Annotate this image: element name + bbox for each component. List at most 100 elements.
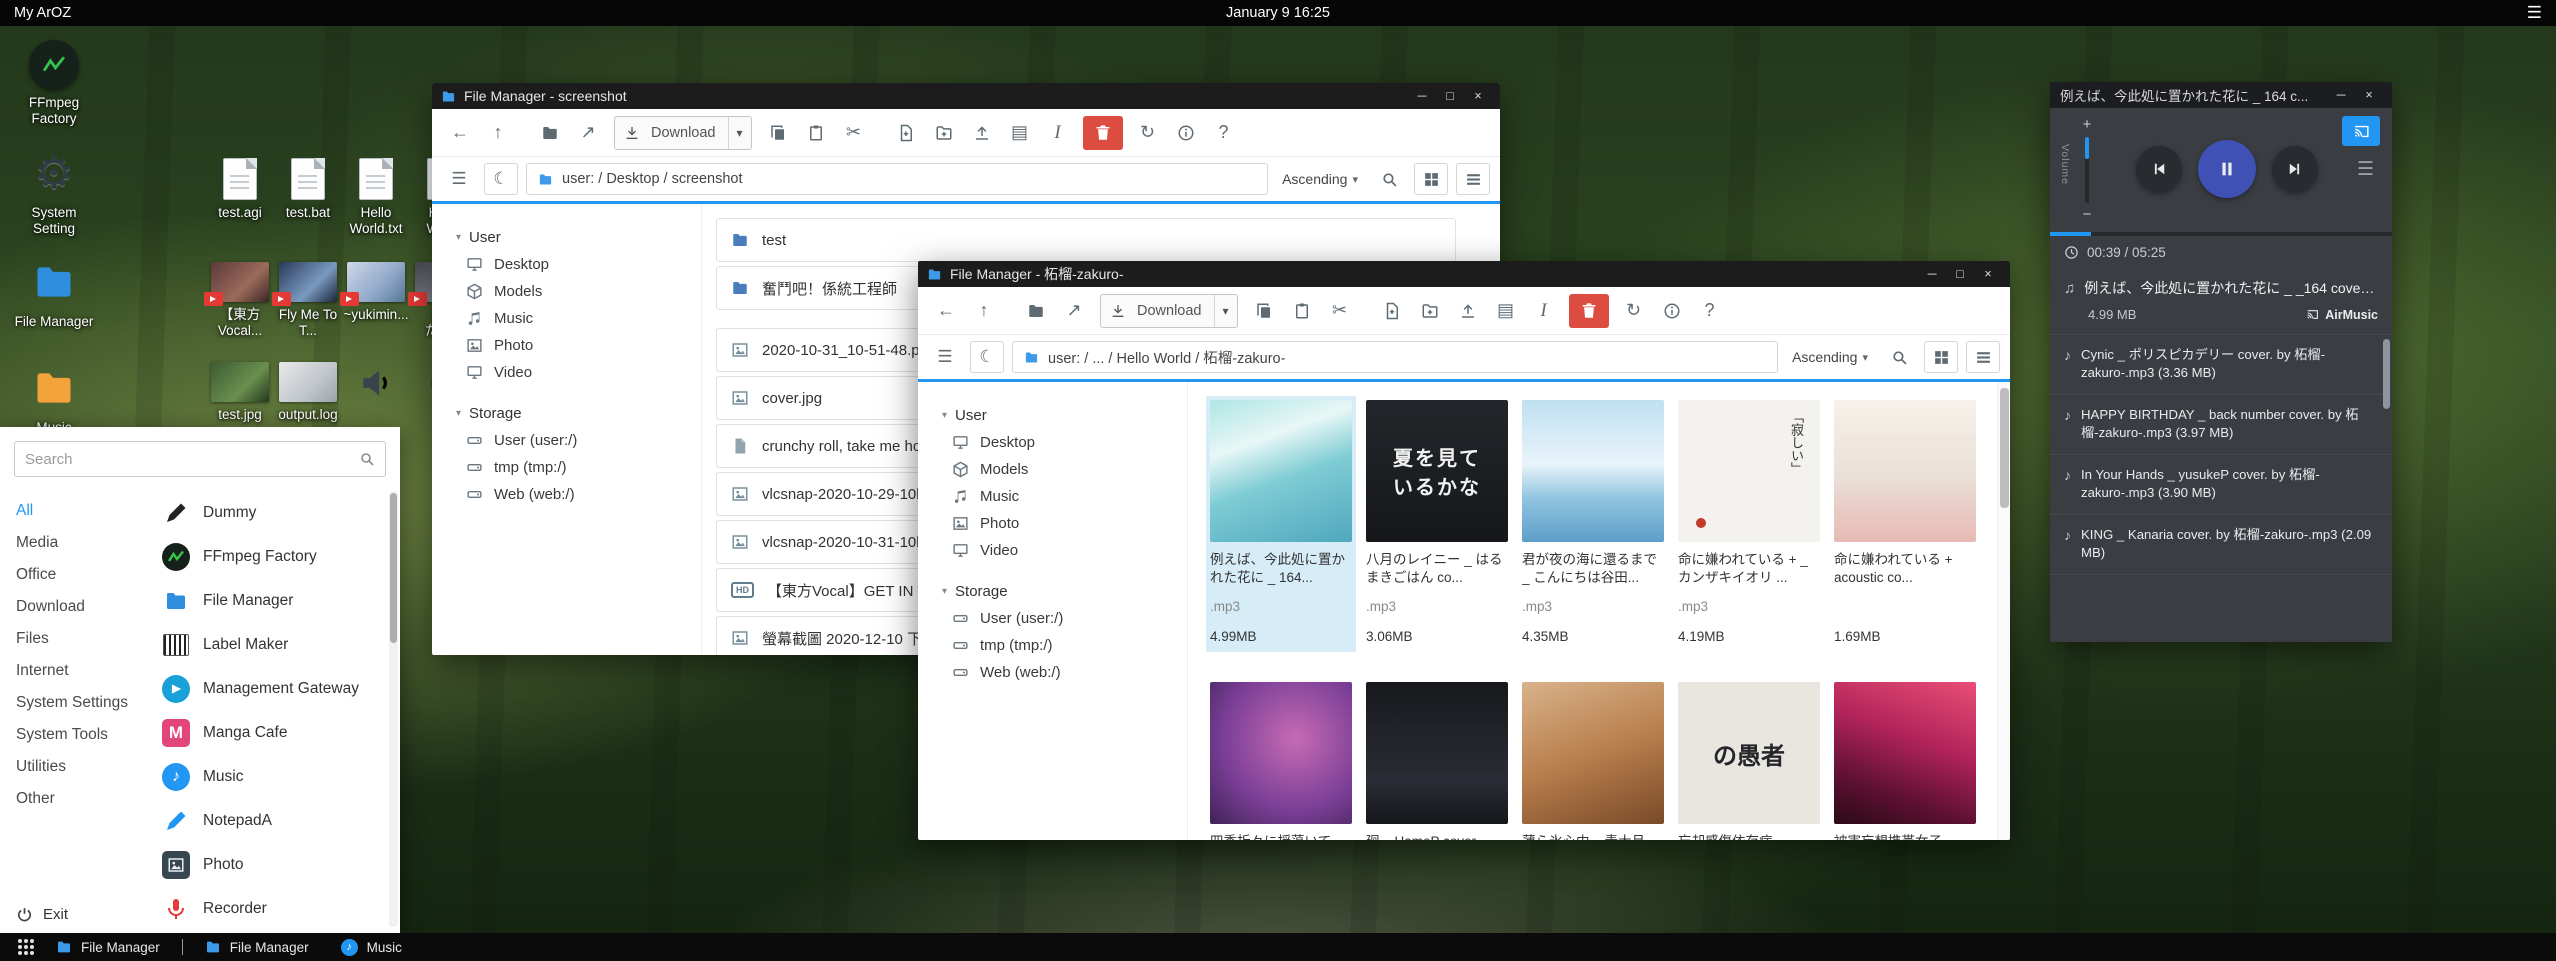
new-folder-button[interactable] (926, 116, 962, 150)
download-button[interactable]: Download ▾ (1100, 294, 1238, 328)
close-button[interactable]: × (1465, 85, 1491, 107)
app-item-dummy[interactable]: Dummy (162, 491, 386, 535)
sidebar-item-tmp-drive[interactable]: tmp (tmp:/) (456, 454, 701, 481)
category-media[interactable]: Media (16, 527, 152, 559)
properties-button[interactable] (1168, 116, 1204, 150)
open-external-button[interactable]: ↗ (1056, 294, 1092, 328)
player-menu-button[interactable]: ☰ (2357, 158, 2374, 181)
volume-down-button[interactable]: − (2072, 206, 2102, 224)
sort-select[interactable]: Ascending ▾ (1786, 349, 1874, 365)
refresh-button[interactable]: ↻ (1130, 116, 1166, 150)
desktop-file[interactable]: ~yukimin... (343, 262, 409, 323)
sidebar-item-models[interactable]: Models (942, 456, 1187, 483)
rename-button[interactable]: I (1040, 116, 1076, 150)
refresh-button[interactable]: ↻ (1616, 294, 1652, 328)
app-item-ffmpeg-factory[interactable]: FFmpeg Factory (162, 535, 386, 579)
desktop-file[interactable]: Hello World.txt (343, 158, 409, 237)
taskbar-item-music[interactable]: ♪ Music (325, 933, 418, 961)
scrollbar[interactable] (389, 491, 398, 927)
search-button[interactable] (1372, 163, 1406, 195)
list-view-button[interactable] (1966, 341, 2000, 373)
app-item-file-manager[interactable]: File Manager (162, 579, 386, 623)
sidebar-section-user[interactable]: ▾User (942, 402, 1187, 429)
archive-button[interactable]: ▤ (1002, 116, 1038, 150)
sidebar-item-models[interactable]: Models (456, 278, 701, 305)
download-caret[interactable]: ▾ (728, 117, 751, 149)
title-bar[interactable]: 例えば、今此処に置かれた花に _ 164 c... ─ × (2050, 82, 2392, 108)
sidebar-item-music[interactable]: Music (942, 483, 1187, 510)
next-track-button[interactable] (2272, 146, 2318, 192)
music-tile[interactable]: 夏を見て いるかな 八月のレイニー _ はるまきごはん co... .mp3 3… (1362, 396, 1512, 652)
cut-button[interactable]: ✂ (1322, 294, 1358, 328)
desktop-file[interactable]: test.agi (207, 158, 273, 221)
category-office[interactable]: Office (16, 559, 152, 591)
grid-view-button[interactable] (1414, 163, 1448, 195)
sidebar-section-storage[interactable]: ▾Storage (456, 400, 701, 427)
music-tile-selected[interactable]: 例えば、今此処に置かれた花に _ 164... .mp3 4.99MB (1206, 396, 1356, 652)
category-system-tools[interactable]: System Tools (16, 719, 152, 751)
category-system-settings[interactable]: System Settings (16, 687, 152, 719)
up-button[interactable]: ↑ (966, 294, 1002, 328)
menu-button[interactable]: ☰ (928, 341, 962, 373)
open-button[interactable] (1018, 294, 1054, 328)
app-item-notepada[interactable]: NotepadA (162, 799, 386, 843)
minimize-button[interactable]: ─ (2328, 84, 2354, 106)
playlist-item[interactable]: ♪ In Your Hands _ yusukeP cover. by 柘榴-z… (2050, 455, 2392, 515)
cut-button[interactable]: ✂ (836, 116, 872, 150)
sidebar-item-music[interactable]: Music (456, 305, 701, 332)
new-file-button[interactable] (1374, 294, 1410, 328)
playlist-item[interactable]: ♪ KING _ Kanaria cover. by 柘榴-zakuro-.mp… (2050, 515, 2392, 575)
sidebar-item-desktop[interactable]: Desktop (456, 251, 701, 278)
copy-button[interactable] (1246, 294, 1282, 328)
app-item-management-gateway[interactable]: Management Gateway (162, 667, 386, 711)
upload-button[interactable] (1450, 294, 1486, 328)
properties-button[interactable] (1654, 294, 1690, 328)
taskbar-item-file-manager-2[interactable]: File Manager (189, 933, 325, 961)
desktop-file[interactable]: output.log (275, 362, 341, 423)
paste-button[interactable] (1284, 294, 1320, 328)
pause-button[interactable] (2198, 140, 2256, 198)
minimize-button[interactable]: ─ (1409, 85, 1435, 107)
sidebar-section-user[interactable]: ▾User (456, 224, 701, 251)
sidebar-item-user-drive[interactable]: User (user:/) (942, 605, 1187, 632)
help-button[interactable]: ? (1206, 116, 1242, 150)
playlist-item[interactable]: ♪ Cynic _ ポリスピカデリー cover. by 柘榴-zakuro-.… (2050, 335, 2392, 395)
rename-button[interactable]: I (1526, 294, 1562, 328)
breadcrumb[interactable]: user: / ... / Hello World / 柘榴-zakuro- (1012, 341, 1778, 373)
app-grid-icon[interactable] (18, 939, 22, 943)
music-tile[interactable]: 命に嫌われている + acoustic co... 1.69MB (1830, 396, 1980, 652)
new-file-button[interactable] (888, 116, 924, 150)
sort-select[interactable]: Ascending ▾ (1276, 171, 1364, 187)
app-item-manga-cafe[interactable]: M Manga Cafe (162, 711, 386, 755)
download-caret[interactable]: ▾ (1214, 295, 1237, 327)
menu-button[interactable]: ☰ (442, 163, 476, 195)
delete-button[interactable] (1083, 116, 1123, 150)
maximize-button[interactable]: □ (1437, 85, 1463, 107)
desktop-file[interactable]: 【東方Vocal... (207, 262, 273, 339)
download-button[interactable]: Download ▾ (614, 116, 752, 150)
category-utilities[interactable]: Utilities (16, 751, 152, 783)
file-row[interactable]: test (716, 218, 1456, 262)
copy-button[interactable] (760, 116, 796, 150)
app-item-label-maker[interactable]: Label Maker (162, 623, 386, 667)
music-tile[interactable]: 君が夜の海に還るまで _ こんにちは谷田... .mp3 4.35MB (1518, 396, 1668, 652)
search-input[interactable] (25, 451, 359, 468)
volume-slider[interactable] (2085, 137, 2089, 203)
desktop-icon-ffmpeg-factory[interactable]: FFmpeg Factory (10, 40, 98, 127)
help-button[interactable]: ? (1692, 294, 1728, 328)
music-tile[interactable]: 薄ら氷心中 _ 青大月... (1518, 678, 1668, 840)
title-bar[interactable]: File Manager - screenshot ─ □ × (432, 83, 1500, 109)
volume-up-button[interactable]: + (2072, 116, 2102, 134)
scrollbar[interactable] (1997, 382, 2010, 840)
upload-button[interactable] (964, 116, 1000, 150)
maximize-button[interactable]: □ (1947, 263, 1973, 285)
sidebar-item-photo[interactable]: Photo (456, 332, 701, 359)
category-other[interactable]: Other (16, 783, 152, 815)
seek-bar[interactable] (2050, 232, 2392, 236)
desktop-icon-system-setting[interactable]: ⚙ System Setting (10, 150, 98, 237)
scrollbar-thumb[interactable] (2000, 388, 2009, 508)
sidebar-item-web-drive[interactable]: Web (web:/) (456, 481, 701, 508)
paste-button[interactable] (798, 116, 834, 150)
scrollbar-thumb[interactable] (2383, 339, 2390, 409)
desktop-icon-music[interactable]: Music (10, 366, 98, 436)
